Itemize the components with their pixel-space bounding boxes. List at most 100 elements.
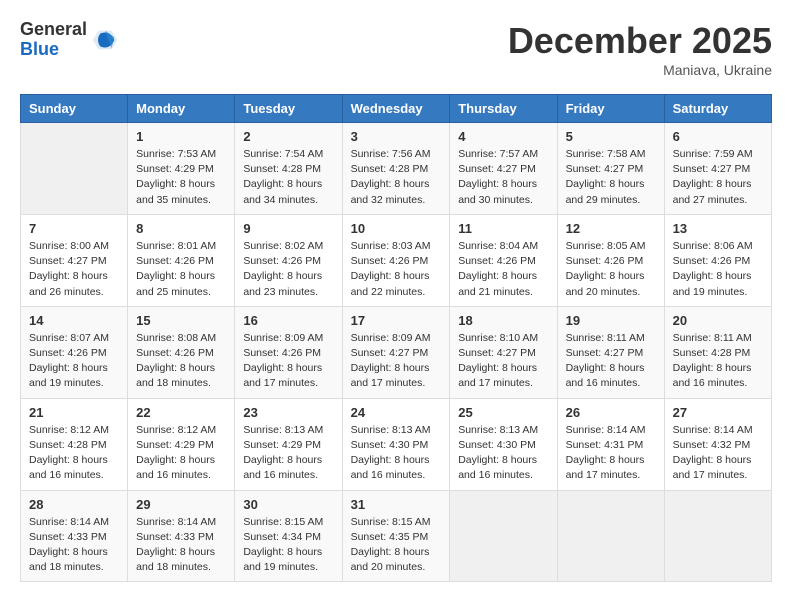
day-info: Sunrise: 8:04 AMSunset: 4:26 PMDaylight:…: [458, 239, 548, 300]
header-day-tuesday: Tuesday: [235, 95, 342, 123]
calendar-cell: 6 Sunrise: 7:59 AMSunset: 4:27 PMDaylight…: [664, 123, 771, 215]
location: Maniava, Ukraine: [508, 62, 772, 78]
logo-general-text: General: [20, 20, 87, 40]
header-day-wednesday: Wednesday: [342, 95, 450, 123]
day-number: 7: [29, 221, 119, 236]
day-info: Sunrise: 8:14 AMSunset: 4:33 PMDaylight:…: [136, 515, 226, 576]
day-info: Sunrise: 8:15 AMSunset: 4:34 PMDaylight:…: [243, 515, 333, 576]
day-number: 19: [566, 313, 656, 328]
week-row-2: 7 Sunrise: 8:00 AMSunset: 4:27 PMDaylight…: [21, 214, 772, 306]
day-number: 11: [458, 221, 548, 236]
calendar-cell: 2 Sunrise: 7:54 AMSunset: 4:28 PMDaylight…: [235, 123, 342, 215]
day-number: 28: [29, 497, 119, 512]
calendar-cell: 24Sunrise: 8:13 AMSunset: 4:30 PMDayligh…: [342, 398, 450, 490]
day-number: 16: [243, 313, 333, 328]
calendar-cell: 27 Sunrise: 8:14 AMSunset: 4:32 PMDayligh…: [664, 398, 771, 490]
day-number: 5: [566, 129, 656, 144]
calendar-body: 1 Sunrise: 7:53 AMSunset: 4:29 PMDaylight…: [21, 123, 772, 582]
day-number: 2: [243, 129, 333, 144]
day-number: 31: [351, 497, 442, 512]
calendar-cell: 7 Sunrise: 8:00 AMSunset: 4:27 PMDaylight…: [21, 214, 128, 306]
day-number: 25: [458, 405, 548, 420]
day-number: 13: [673, 221, 763, 236]
calendar-cell: 10 Sunrise: 8:03 AMSunset: 4:26 PMDayligh…: [342, 214, 450, 306]
day-info: Sunrise: 8:00 AMSunset: 4:27 PMDaylight:…: [29, 239, 119, 300]
day-number: 30: [243, 497, 333, 512]
day-info: Sunrise: 8:13 AMSunset: 4:29 PMDaylight:…: [243, 423, 333, 484]
calendar-header: SundayMondayTuesdayWednesdayThursdayFrid…: [21, 95, 772, 123]
day-number: 10: [351, 221, 442, 236]
day-info: Sunrise: 8:15 AMSunset: 4:35 PMDaylight:…: [351, 515, 442, 576]
day-info: Sunrise: 8:11 AMSunset: 4:28 PMDaylight:…: [673, 331, 763, 392]
calendar-cell: 1 Sunrise: 7:53 AMSunset: 4:29 PMDaylight…: [128, 123, 235, 215]
day-number: 20: [673, 313, 763, 328]
month-title: December 2025: [508, 20, 772, 62]
day-number: 26: [566, 405, 656, 420]
calendar-cell: 13 Sunrise: 8:06 AMSunset: 4:26 PMDayligh…: [664, 214, 771, 306]
calendar-cell: 9 Sunrise: 8:02 AMSunset: 4:26 PMDaylight…: [235, 214, 342, 306]
calendar-cell: 19 Sunrise: 8:11 AMSunset: 4:27 PMDayligh…: [557, 306, 664, 398]
day-info: Sunrise: 8:01 AMSunset: 4:26 PMDaylight:…: [136, 239, 226, 300]
header-day-monday: Monday: [128, 95, 235, 123]
title-block: December 2025 Maniava, Ukraine: [508, 20, 772, 78]
calendar-cell: 20 Sunrise: 8:11 AMSunset: 4:28 PMDayligh…: [664, 306, 771, 398]
day-number: 12: [566, 221, 656, 236]
day-info: Sunrise: 8:14 AMSunset: 4:31 PMDaylight:…: [566, 423, 656, 484]
day-info: Sunrise: 8:13 AMSunset: 4:30 PMDaylight:…: [351, 423, 442, 484]
day-info: Sunrise: 8:06 AMSunset: 4:26 PMDaylight:…: [673, 239, 763, 300]
calendar-cell: 12 Sunrise: 8:05 AMSunset: 4:26 PMDayligh…: [557, 214, 664, 306]
day-info: Sunrise: 8:13 AMSunset: 4:30 PMDaylight:…: [458, 423, 548, 484]
day-number: 3: [351, 129, 442, 144]
calendar-cell: [450, 490, 557, 582]
day-info: Sunrise: 8:12 AMSunset: 4:28 PMDaylight:…: [29, 423, 119, 484]
calendar-cell: 23 Sunrise: 8:13 AMSunset: 4:29 PMDayligh…: [235, 398, 342, 490]
day-number: 21: [29, 405, 119, 420]
calendar-cell: 14 Sunrise: 8:07 AMSunset: 4:26 PMDayligh…: [21, 306, 128, 398]
day-number: 6: [673, 129, 763, 144]
logo-icon: [91, 26, 119, 54]
calendar-cell: [21, 123, 128, 215]
day-info: Sunrise: 7:58 AMSunset: 4:27 PMDaylight:…: [566, 147, 656, 208]
day-info: Sunrise: 8:05 AMSunset: 4:26 PMDaylight:…: [566, 239, 656, 300]
day-number: 1: [136, 129, 226, 144]
day-info: Sunrise: 8:14 AMSunset: 4:32 PMDaylight:…: [673, 423, 763, 484]
day-info: Sunrise: 8:09 AMSunset: 4:26 PMDaylight:…: [243, 331, 333, 392]
calendar-cell: 21 Sunrise: 8:12 AMSunset: 4:28 PMDayligh…: [21, 398, 128, 490]
day-number: 4: [458, 129, 548, 144]
day-number: 18: [458, 313, 548, 328]
day-number: 22: [136, 405, 226, 420]
day-number: 29: [136, 497, 226, 512]
header-day-sunday: Sunday: [21, 95, 128, 123]
calendar-cell: 8 Sunrise: 8:01 AMSunset: 4:26 PMDaylight…: [128, 214, 235, 306]
header-day-thursday: Thursday: [450, 95, 557, 123]
logo: General Blue: [20, 20, 119, 60]
day-info: Sunrise: 7:53 AMSunset: 4:29 PMDaylight:…: [136, 147, 226, 208]
day-info: Sunrise: 8:10 AMSunset: 4:27 PMDaylight:…: [458, 331, 548, 392]
day-number: 8: [136, 221, 226, 236]
calendar-cell: 29 Sunrise: 8:14 AMSunset: 4:33 PMDayligh…: [128, 490, 235, 582]
calendar-cell: 26 Sunrise: 8:14 AMSunset: 4:31 PMDayligh…: [557, 398, 664, 490]
day-info: Sunrise: 7:57 AMSunset: 4:27 PMDaylight:…: [458, 147, 548, 208]
day-info: Sunrise: 8:08 AMSunset: 4:26 PMDaylight:…: [136, 331, 226, 392]
day-info: Sunrise: 8:03 AMSunset: 4:26 PMDaylight:…: [351, 239, 442, 300]
calendar-cell: 18 Sunrise: 8:10 AMSunset: 4:27 PMDayligh…: [450, 306, 557, 398]
day-info: Sunrise: 8:11 AMSunset: 4:27 PMDaylight:…: [566, 331, 656, 392]
day-info: Sunrise: 7:59 AMSunset: 4:27 PMDaylight:…: [673, 147, 763, 208]
calendar-cell: 4 Sunrise: 7:57 AMSunset: 4:27 PMDaylight…: [450, 123, 557, 215]
day-number: 14: [29, 313, 119, 328]
calendar-cell: 30 Sunrise: 8:15 AMSunset: 4:34 PMDayligh…: [235, 490, 342, 582]
day-info: Sunrise: 8:14 AMSunset: 4:33 PMDaylight:…: [29, 515, 119, 576]
calendar-cell: 28 Sunrise: 8:14 AMSunset: 4:33 PMDayligh…: [21, 490, 128, 582]
calendar-cell: [557, 490, 664, 582]
day-number: 27: [673, 405, 763, 420]
day-number: 9: [243, 221, 333, 236]
day-number: 17: [351, 313, 442, 328]
day-info: Sunrise: 8:12 AMSunset: 4:29 PMDaylight:…: [136, 423, 226, 484]
day-number: 23: [243, 405, 333, 420]
day-info: Sunrise: 8:07 AMSunset: 4:26 PMDaylight:…: [29, 331, 119, 392]
day-info: Sunrise: 7:54 AMSunset: 4:28 PMDaylight:…: [243, 147, 333, 208]
day-info: Sunrise: 8:02 AMSunset: 4:26 PMDaylight:…: [243, 239, 333, 300]
week-row-5: 28 Sunrise: 8:14 AMSunset: 4:33 PMDayligh…: [21, 490, 772, 582]
header-day-friday: Friday: [557, 95, 664, 123]
day-info: Sunrise: 7:56 AMSunset: 4:28 PMDaylight:…: [351, 147, 442, 208]
